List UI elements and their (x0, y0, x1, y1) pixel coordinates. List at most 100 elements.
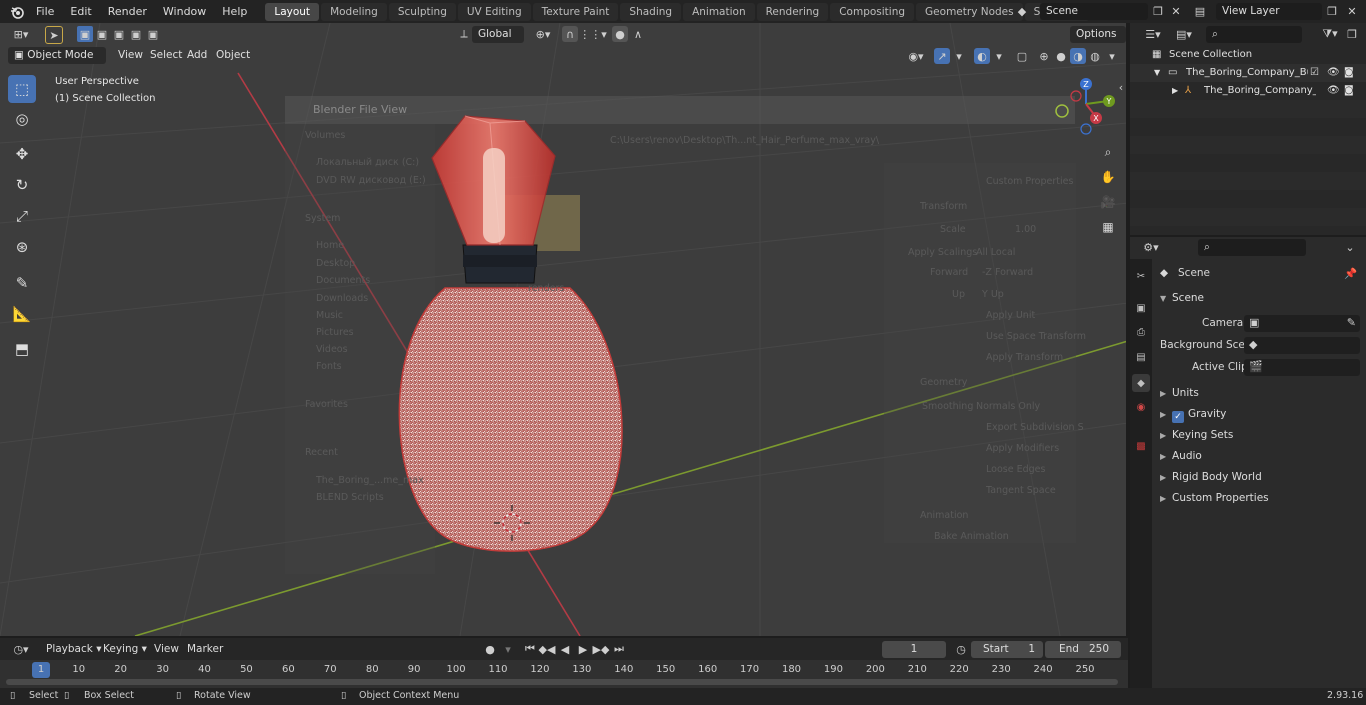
timeline-scrollbar[interactable] (6, 679, 1118, 685)
select-extend-icon[interactable]: ▣ (94, 26, 110, 42)
tab-sculpting[interactable]: Sculpting (388, 2, 456, 21)
move-tool[interactable]: ✥ (8, 140, 36, 168)
menu-window[interactable]: Window (155, 0, 214, 23)
output-tab-icon[interactable]: ⎙ (1132, 323, 1150, 341)
tab-uv-editing[interactable]: UV Editing (457, 2, 531, 21)
texture-tab-icon[interactable]: ▩ (1132, 437, 1150, 455)
transform-orientation-dropdown[interactable]: Global (472, 26, 524, 43)
tab-shading[interactable]: Shading (620, 2, 682, 21)
select-intersect-icon[interactable]: ▣ (145, 26, 161, 42)
viewport-menu-view[interactable]: View (113, 47, 148, 64)
eye-icon[interactable]: 👁 (1327, 64, 1340, 82)
gravity-checkbox[interactable]: ✓ (1172, 411, 1184, 423)
object-mode-dropdown[interactable]: ▣ Object Mode (8, 47, 106, 64)
camera-view-icon[interactable]: 🎥 (1097, 191, 1119, 213)
tab-layout[interactable]: Layout (265, 2, 320, 21)
navigation-gizmo[interactable]: Z Y X (1050, 71, 1120, 141)
preview-range-icon[interactable]: ◷ (953, 641, 969, 657)
transform-tool[interactable]: ⊛ (8, 233, 36, 261)
properties-options-icon[interactable]: ⌄ (1342, 239, 1358, 255)
prev-keyframe-icon[interactable]: ◆◀ (539, 641, 556, 657)
select-new-icon[interactable]: ▣ (77, 26, 93, 42)
record-icon[interactable]: ● (482, 641, 498, 657)
scene-tab-icon[interactable]: ◆ (1132, 374, 1150, 392)
active-clip-field[interactable]: 🎬 (1244, 359, 1360, 376)
tab-animation[interactable]: Animation (683, 2, 755, 21)
overlays-icon[interactable]: ◐ (974, 48, 990, 64)
select-tool-icon[interactable]: ➤ (45, 26, 63, 44)
custom-properties-panel-header[interactable]: ▶ Custom Properties (1152, 488, 1366, 509)
background-scene-field[interactable]: ◆ (1244, 337, 1360, 354)
rendered-shading-icon[interactable]: ◍ (1087, 48, 1103, 64)
expand-arrow-icon[interactable]: ▼ (1154, 64, 1160, 82)
rigid-body-panel-header[interactable]: ▶ Rigid Body World (1152, 467, 1366, 488)
measure-tool[interactable]: 📐 (8, 300, 36, 328)
3d-viewport[interactable]: Blender File View C:\Users\renov\Desktop… (0, 23, 1128, 636)
menu-edit[interactable]: Edit (62, 0, 99, 23)
overlays-dropdown-icon[interactable]: ▾ (991, 48, 1007, 64)
annotate-tool[interactable]: ✎ (8, 269, 36, 297)
viewport-menu-object[interactable]: Object (211, 47, 255, 64)
eyedropper-icon[interactable]: ✎ (1347, 316, 1356, 329)
timeline-marker-menu[interactable]: Marker (181, 640, 229, 658)
exclude-checkbox[interactable]: ☑ (1310, 64, 1319, 82)
tab-rendering[interactable]: Rendering (756, 2, 829, 21)
pivot-point-icon[interactable]: ⊕▾ (532, 26, 554, 42)
scene-icon[interactable]: ◆ (1014, 3, 1030, 19)
world-tab-icon[interactable]: ◉ (1132, 398, 1150, 416)
tool-tab-icon[interactable]: ✂ (1132, 267, 1150, 285)
sidebar-toggle-icon[interactable]: ‹ (1116, 79, 1126, 95)
current-frame-field[interactable]: 1 (882, 641, 946, 658)
outliner-editor-type-icon[interactable]: ☰▾ (1140, 26, 1166, 42)
jump-end-icon[interactable]: ⏭ (611, 641, 627, 657)
new-collection-icon[interactable]: ❐ (1344, 26, 1360, 42)
new-scene-icon[interactable]: ❐ (1150, 3, 1166, 19)
wireframe-shading-icon[interactable]: ⊕ (1036, 48, 1052, 64)
keying-sets-panel-header[interactable]: ▶ Keying Sets (1152, 425, 1366, 446)
jump-start-icon[interactable]: ⏮ (522, 641, 538, 657)
remove-scene-icon[interactable]: ✕ (1168, 3, 1184, 19)
select-invert-icon[interactable]: ▣ (128, 26, 144, 42)
properties-search-input[interactable]: ⌕ (1198, 239, 1306, 256)
outliner-row-collection[interactable]: ▼ ▭ The_Boring_Company_Burnt_ ☑ 👁 ◙ (1130, 64, 1366, 82)
add-cube-tool[interactable]: ⬒ (8, 335, 36, 363)
proportional-edit-icon[interactable]: ● (612, 26, 628, 42)
display-mode-icon[interactable]: ▤▾ (1172, 26, 1196, 42)
next-keyframe-icon[interactable]: ▶◆ (593, 641, 610, 657)
perspective-toggle-icon[interactable]: ▦ (1097, 216, 1119, 238)
rotate-tool[interactable]: ↻ (8, 171, 36, 199)
camera-field[interactable]: ▣ ✎ (1244, 315, 1360, 332)
start-frame-field[interactable]: Start 1 (971, 641, 1043, 658)
units-panel-header[interactable]: ▶ Units (1152, 383, 1366, 404)
outliner-row-object[interactable]: ▶ ⅄ The_Boring_Company_B 👁 ◙ (1130, 82, 1366, 100)
keying-menu[interactable]: Keying ▾ (97, 640, 153, 658)
select-box-tool[interactable]: ⬚ (8, 75, 36, 103)
timeline-view-menu[interactable]: View (148, 640, 185, 658)
filter-icon[interactable]: ⧩▾ (1318, 26, 1342, 42)
audio-panel-header[interactable]: ▶ Audio (1152, 446, 1366, 467)
snap-icon[interactable]: ∩ (562, 26, 578, 42)
gizmo-dropdown-icon[interactable]: ▾ (951, 48, 967, 64)
viewport-menu-add[interactable]: Add (182, 47, 212, 64)
scene-panel-header[interactable]: ▼ Scene (1152, 288, 1366, 309)
gizmo-icon[interactable]: ↗ (934, 48, 950, 64)
play-reverse-icon[interactable]: ◀ (557, 641, 573, 657)
render-tab-icon[interactable]: ▣ (1132, 299, 1150, 317)
tab-compositing[interactable]: Compositing (830, 2, 915, 21)
options-dropdown[interactable]: Options ▾ (1070, 26, 1126, 57)
record-dropdown-icon[interactable]: ▾ (500, 641, 516, 657)
orientation-icon[interactable]: ⟂ (456, 26, 472, 42)
scene-name-field[interactable]: Scene (1040, 3, 1148, 20)
expand-arrow-icon[interactable]: ▶ (1172, 82, 1178, 100)
zoom-icon[interactable]: ⌕ (1097, 141, 1119, 163)
outliner-row-scene-collection[interactable]: ▦ Scene Collection (1130, 46, 1366, 64)
timeline-frame-ruler[interactable]: 1 10 20 30 40 50 60 70 80 90 100 110 120 130 140 150 160… (0, 662, 1128, 678)
play-icon[interactable]: ▶ (575, 641, 591, 657)
camera-icon[interactable]: ◙ (1344, 64, 1354, 82)
material-shading-icon[interactable]: ◑ (1070, 48, 1086, 64)
tab-geometry-nodes[interactable]: Geometry Nodes (916, 2, 1023, 21)
snap-target-icon[interactable]: ⋮⋮▾ (579, 26, 607, 42)
visibility-icon[interactable]: ◉▾ (904, 48, 928, 64)
blender-logo-icon[interactable] (6, 0, 28, 23)
remove-view-layer-icon[interactable]: ✕ (1344, 3, 1360, 19)
